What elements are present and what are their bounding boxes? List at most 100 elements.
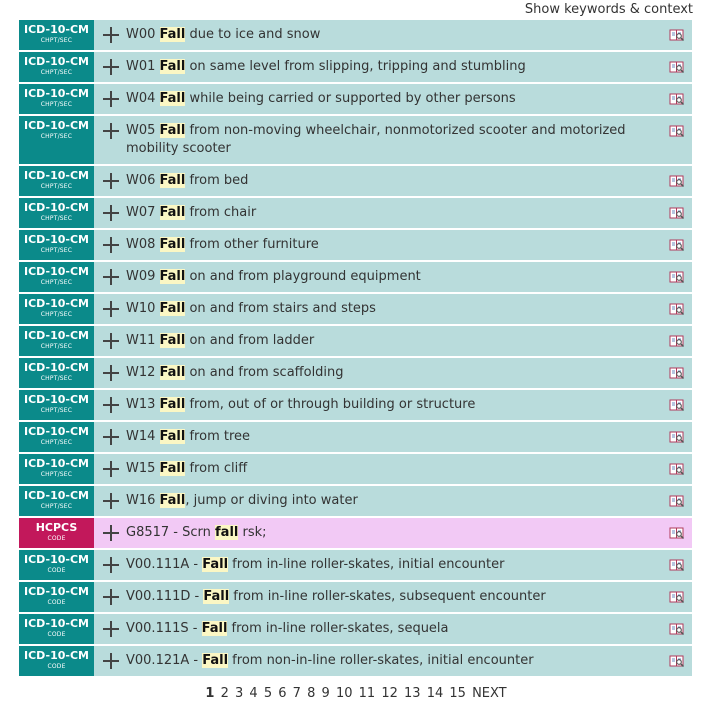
result-text[interactable]: W05 Fall from non-moving wheelchair, non… [126, 122, 686, 158]
result-text[interactable]: W12 Fall on and from scaffolding [126, 364, 686, 382]
page-link[interactable]: 12 [381, 686, 398, 701]
result-text[interactable]: W14 Fall from tree [126, 428, 686, 446]
result-description: rsk; [238, 525, 267, 540]
book-lookup-icon[interactable] [669, 91, 685, 105]
page-link[interactable]: 7 [293, 686, 301, 701]
book-lookup-icon[interactable] [669, 205, 685, 219]
result-text[interactable]: W01 Fall on same level from slipping, tr… [126, 58, 686, 76]
book-lookup-icon[interactable] [669, 301, 685, 315]
badge-sublabel: CHPT/SEC [40, 407, 73, 414]
book-lookup-icon[interactable] [669, 589, 685, 603]
book-lookup-icon[interactable] [669, 621, 685, 635]
plus-icon[interactable] [102, 236, 120, 254]
book-lookup-icon[interactable] [669, 653, 685, 667]
book-lookup-icon[interactable] [669, 493, 685, 507]
code-type-badge: ICD-10-CM CHPT/SEC [19, 20, 94, 50]
result-code: W01 [126, 59, 160, 74]
result-text[interactable]: V00.111A - Fall from in-line roller-skat… [126, 556, 686, 574]
plus-icon[interactable] [102, 300, 120, 318]
book-lookup-icon[interactable] [669, 59, 685, 73]
plus-icon[interactable] [102, 524, 120, 542]
keyword-highlight: Fall [202, 557, 229, 572]
book-lookup-icon[interactable] [669, 123, 685, 137]
book-lookup-icon[interactable] [669, 397, 685, 411]
result-text[interactable]: W11 Fall on and from ladder [126, 332, 686, 350]
book-lookup-icon[interactable] [669, 557, 685, 571]
page-link[interactable]: 11 [359, 686, 376, 701]
result-description: on and from ladder [185, 333, 315, 348]
plus-icon[interactable] [102, 428, 120, 446]
badge-label: ICD-10-CM [24, 585, 89, 598]
result-row: ICD-10-CM CHPT/SEC W08 Fall from other fur… [19, 230, 692, 262]
page-link[interactable]: 9 [322, 686, 330, 701]
result-text[interactable]: G8517 - Scrn fall rsk; [126, 524, 686, 542]
result-text[interactable]: W16 Fall, jump or diving into water [126, 492, 686, 510]
book-lookup-icon[interactable] [669, 525, 685, 539]
plus-icon[interactable] [102, 204, 120, 222]
result-text[interactable]: W10 Fall on and from stairs and steps [126, 300, 686, 318]
result-text[interactable]: W00 Fall due to ice and snow [126, 26, 686, 44]
plus-icon[interactable] [102, 172, 120, 190]
result-text[interactable]: W08 Fall from other furniture [126, 236, 686, 254]
plus-icon[interactable] [102, 364, 120, 382]
book-lookup-icon[interactable] [669, 269, 685, 283]
badge-label: ICD-10-CM [24, 297, 89, 310]
plus-icon[interactable] [102, 556, 120, 574]
page-link[interactable]: 2 [221, 686, 229, 701]
book-lookup-icon[interactable] [669, 461, 685, 475]
plus-icon[interactable] [102, 90, 120, 108]
result-row: ICD-10-CM CHPT/SEC W16 Fall, jump or divin… [19, 486, 692, 518]
result-text[interactable]: W07 Fall from chair [126, 204, 686, 222]
show-keywords-link[interactable]: Show keywords & context [525, 2, 693, 17]
result-text[interactable]: W13 Fall from, out of or through buildin… [126, 396, 686, 414]
badge-sublabel: CODE [47, 599, 66, 606]
book-lookup-icon[interactable] [669, 173, 685, 187]
page-link[interactable]: 6 [278, 686, 286, 701]
result-text[interactable]: V00.111D - Fall from in-line roller-skat… [126, 588, 686, 606]
results-list: ICD-10-CM CHPT/SEC W00 Fall due to ice and… [19, 20, 692, 678]
plus-icon[interactable] [102, 396, 120, 414]
plus-icon[interactable] [102, 492, 120, 510]
result-text[interactable]: V00.121A - Fall from non-in-line roller-… [126, 652, 686, 670]
book-lookup-icon[interactable] [669, 429, 685, 443]
result-content: V00.111A - Fall from in-line roller-skat… [94, 550, 692, 580]
page-link[interactable]: 10 [336, 686, 353, 701]
page-link[interactable]: 15 [449, 686, 466, 701]
plus-icon[interactable] [102, 122, 120, 140]
page-link[interactable]: 5 [264, 686, 272, 701]
result-row: ICD-10-CM CHPT/SEC W14 Fall from tree [19, 422, 692, 454]
page-link[interactable]: 4 [249, 686, 257, 701]
result-description: from in-line roller-skates, initial enco… [228, 557, 505, 572]
plus-icon[interactable] [102, 620, 120, 638]
book-lookup-icon[interactable] [669, 237, 685, 251]
plus-icon[interactable] [102, 652, 120, 670]
code-type-badge: ICD-10-CM CODE [19, 582, 94, 612]
page-link[interactable]: 8 [307, 686, 315, 701]
code-type-badge: ICD-10-CM CHPT/SEC [19, 52, 94, 82]
plus-icon[interactable] [102, 332, 120, 350]
book-lookup-icon[interactable] [669, 365, 685, 379]
result-text[interactable]: W09 Fall on and from playground equipmen… [126, 268, 686, 286]
plus-icon[interactable] [102, 58, 120, 76]
result-code: W12 [126, 365, 160, 380]
result-text[interactable]: W15 Fall from cliff [126, 460, 686, 478]
keyword-highlight: Fall [202, 653, 229, 668]
next-page-link[interactable]: NEXT [472, 686, 507, 701]
page-link[interactable]: 14 [427, 686, 444, 701]
keyword-highlight: Fall [159, 27, 186, 42]
book-lookup-icon[interactable] [669, 27, 685, 41]
result-content: V00.111D - Fall from in-line roller-skat… [94, 582, 692, 612]
plus-icon[interactable] [102, 588, 120, 606]
result-code: V00.111A - [126, 557, 203, 572]
page-link[interactable]: 3 [235, 686, 243, 701]
result-content: G8517 - Scrn fall rsk; [94, 518, 692, 548]
page-link[interactable]: 13 [404, 686, 421, 701]
result-text[interactable]: W06 Fall from bed [126, 172, 686, 190]
book-lookup-icon[interactable] [669, 333, 685, 347]
result-text[interactable]: V00.111S - Fall from in-line roller-skat… [126, 620, 686, 638]
result-content: W05 Fall from non-moving wheelchair, non… [94, 116, 692, 164]
result-text[interactable]: W04 Fall while being carried or supporte… [126, 90, 686, 108]
plus-icon[interactable] [102, 268, 120, 286]
plus-icon[interactable] [102, 460, 120, 478]
plus-icon[interactable] [102, 26, 120, 44]
